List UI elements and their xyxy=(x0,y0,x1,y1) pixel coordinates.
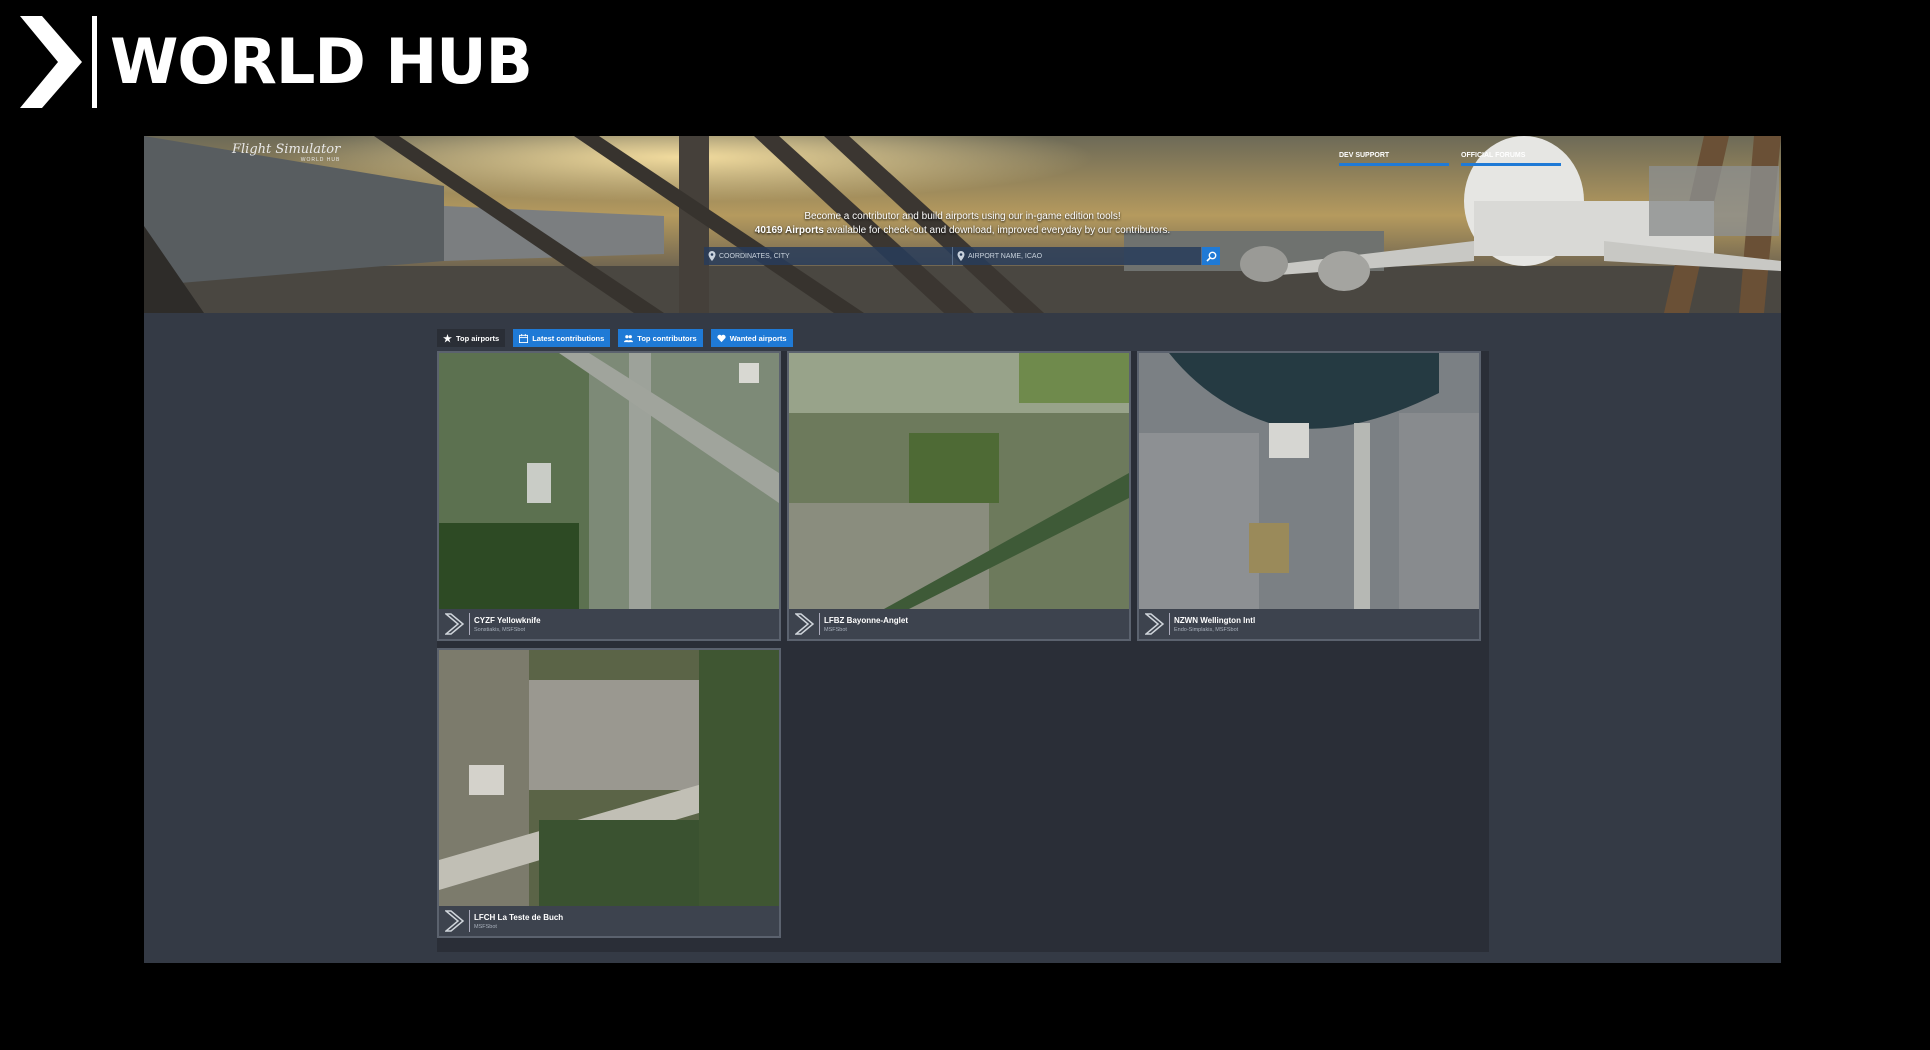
flight-simulator-logo[interactable]: Flight Simulator WORLD HUB xyxy=(232,142,340,163)
airport-authors: MSFSbot xyxy=(474,923,497,930)
airport-placeholder: AIRPORT NAME, ICAO xyxy=(968,252,1043,260)
tab-top-airports[interactable]: Top airports xyxy=(437,329,506,347)
tab-top-contributors[interactable]: Top contributors xyxy=(618,329,703,347)
coordinates-search-input[interactable]: COORDINATES, CITY xyxy=(704,247,953,265)
airport-card-footer: CYZF Yellowknife Sonstiakis, MSFSbot xyxy=(439,609,779,639)
airport-card[interactable]: LFBZ Bayonne-Anglet MSFSbot xyxy=(787,351,1131,641)
airport-title[interactable]: NZWN Wellington Intl xyxy=(1174,616,1255,625)
flight-simulator-logo-sub: WORLD HUB xyxy=(300,157,341,163)
card-divider xyxy=(819,613,820,635)
official-forums-link[interactable]: OFFICIAL FORUMS xyxy=(1461,152,1561,166)
airport-satellite-image xyxy=(789,353,1129,609)
airport-card[interactable]: NZWN Wellington Intl Endo-Simplakis, MSF… xyxy=(1137,351,1481,641)
tagline-line-1: Become a contributor and build airports … xyxy=(804,211,1121,222)
airport-search-input[interactable]: AIRPORT NAME, ICAO xyxy=(953,247,1202,265)
airport-title[interactable]: CYZF Yellowknife xyxy=(474,616,541,625)
world-hub-site: Flight Simulator WORLD HUB DEV SUPPORT O… xyxy=(144,136,1781,963)
logo-divider xyxy=(92,16,97,108)
chevron-right-icon xyxy=(1145,613,1165,635)
chevron-right-icon xyxy=(445,613,465,635)
users-icon xyxy=(624,334,634,342)
tab-label: Latest contributions xyxy=(532,333,605,343)
airport-satellite-image xyxy=(439,650,779,906)
airport-card-footer: LFBZ Bayonne-Anglet MSFSbot xyxy=(789,609,1129,639)
tab-label: Top airports xyxy=(456,333,500,343)
airport-authors: MSFSbot xyxy=(824,626,847,633)
calendar-icon xyxy=(519,333,529,343)
star-icon xyxy=(443,333,452,343)
airport-card-footer: LFCH La Teste de Buch MSFSbot xyxy=(439,906,779,936)
airport-card[interactable]: CYZF Yellowknife Sonstiakis, MSFSbot xyxy=(437,351,781,641)
hero-banner: Flight Simulator WORLD HUB DEV SUPPORT O… xyxy=(144,136,1781,313)
search-bar: COORDINATES, CITY AIRPORT NAME, ICAO xyxy=(704,247,1220,265)
card-divider xyxy=(469,910,470,932)
coordinates-placeholder: COORDINATES, CITY xyxy=(719,252,790,260)
tab-bar: Top airports Latest contributions Top co… xyxy=(437,329,793,347)
world-hub-title: WORLD HUB xyxy=(110,25,533,98)
tagline-line-2: 40169 Airports available for check-out a… xyxy=(144,225,1781,236)
airport-card[interactable]: LFCH La Teste de Buch MSFSbot xyxy=(437,648,781,938)
airport-authors: Sonstiakis, MSFSbot xyxy=(474,626,526,633)
airport-title[interactable]: LFBZ Bayonne-Anglet xyxy=(824,616,908,625)
map-pin-icon xyxy=(957,251,965,261)
search-button[interactable] xyxy=(1202,247,1220,265)
tagline-line-2-rest: available for check-out and download, im… xyxy=(826,225,1171,236)
flight-simulator-logo-text: Flight Simulator xyxy=(232,142,341,157)
world-hub-logo: WORLD HUB xyxy=(20,14,533,110)
map-pin-icon xyxy=(708,251,716,261)
tab-label: Wanted airports xyxy=(729,333,787,343)
tab-label: Top contributors xyxy=(637,333,697,343)
chevron-right-icon xyxy=(445,910,465,932)
heart-icon xyxy=(717,334,726,342)
airport-satellite-image xyxy=(439,353,779,609)
airport-card-footer: NZWN Wellington Intl Endo-Simplakis, MSF… xyxy=(1139,609,1479,639)
chevron-logo-icon xyxy=(20,16,82,108)
airport-satellite-image xyxy=(1139,353,1479,609)
airport-title[interactable]: LFCH La Teste de Buch xyxy=(474,913,563,922)
card-divider xyxy=(469,613,470,635)
tab-latest-contributions[interactable]: Latest contributions xyxy=(513,329,611,347)
dev-support-link[interactable]: DEV SUPPORT xyxy=(1339,152,1449,166)
airport-authors: Endo-Simplakis, MSFSbot xyxy=(1174,626,1239,633)
airport-count: 40169 Airports xyxy=(754,225,824,236)
tab-wanted-airports[interactable]: Wanted airports xyxy=(710,329,793,347)
chevron-right-icon xyxy=(795,613,815,635)
card-divider xyxy=(1169,613,1170,635)
airports-grid: CYZF Yellowknife Sonstiakis, MSFSbot LFB… xyxy=(437,351,1489,952)
search-icon xyxy=(1205,251,1216,262)
